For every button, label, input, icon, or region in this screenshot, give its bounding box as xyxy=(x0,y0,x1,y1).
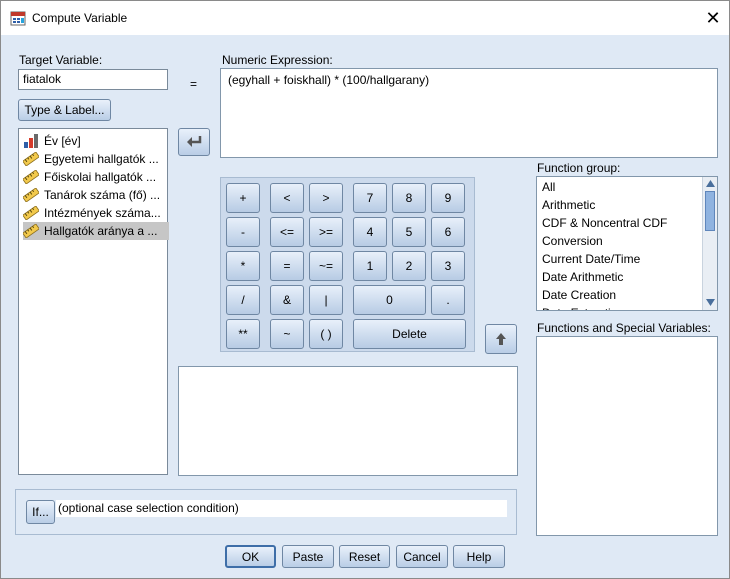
key-2[interactable]: 2 xyxy=(392,251,426,281)
key-minus[interactable]: - xyxy=(226,217,260,247)
numeric-expression-text: (egyhall + foiskhall) * (100/hallgarany) xyxy=(228,73,430,87)
function-group-list[interactable]: All Arithmetic CDF & Noncentral CDF Convers… xyxy=(536,176,718,311)
window-title: Compute Variable xyxy=(32,11,128,25)
key-not-equal[interactable]: ~= xyxy=(309,251,343,281)
scroll-down-icon[interactable] xyxy=(706,299,715,306)
key-decimal[interactable]: . xyxy=(431,285,465,315)
functions-special-variables-list[interactable] xyxy=(536,336,718,536)
move-function-up-button[interactable] xyxy=(485,324,517,354)
case-selection-condition-text: (optional case selection condition) xyxy=(56,500,507,517)
function-group-item[interactable]: Date Arithmetic xyxy=(542,270,623,284)
target-variable-label: Target Variable: xyxy=(19,53,103,67)
function-group-item[interactable]: Date Creation xyxy=(542,288,616,302)
key-4[interactable]: 4 xyxy=(353,217,387,247)
variable-list-item[interactable]: Tanárok száma (fő) ... xyxy=(23,186,169,204)
variable-label: Intézmények száma... xyxy=(44,206,161,220)
calculator-keypad: + < > 7 8 9 - <= >= 4 5 6 * = ~= 1 2 3 /… xyxy=(220,177,475,352)
paste-button[interactable]: Paste xyxy=(282,545,334,568)
functions-special-variables-label: Functions and Special Variables: xyxy=(537,321,711,335)
variable-label: Tanárok száma (fő) ... xyxy=(44,188,161,202)
scroll-up-icon[interactable] xyxy=(706,180,715,187)
variable-list-item[interactable]: Hallgatók aránya a ... xyxy=(23,222,169,240)
key-9[interactable]: 9 xyxy=(431,183,465,213)
key-divide[interactable]: / xyxy=(226,285,260,315)
key-3[interactable]: 3 xyxy=(431,251,465,281)
key-delete[interactable]: Delete xyxy=(353,319,466,349)
scale-icon xyxy=(23,224,44,238)
variable-list-item[interactable]: Főiskolai hallgatók ... xyxy=(23,168,169,186)
key-and[interactable]: & xyxy=(270,285,304,315)
cancel-button[interactable]: Cancel xyxy=(396,545,448,568)
function-group-item[interactable]: Arithmetic xyxy=(542,198,595,212)
variable-list-item[interactable]: Év [év] xyxy=(23,132,169,150)
key-greater-equal[interactable]: >= xyxy=(309,217,343,247)
key-less-equal[interactable]: <= xyxy=(270,217,304,247)
target-variable-input[interactable]: fiatalok xyxy=(18,69,168,90)
arrow-up-icon xyxy=(496,333,506,345)
scale-icon xyxy=(23,170,44,184)
title-bar: Compute Variable ✕ xyxy=(1,1,729,35)
key-or[interactable]: | xyxy=(309,285,343,315)
variable-list[interactable]: Év [év] Egyetemi hallgatók ... Főiskolai h… xyxy=(18,128,169,475)
numeric-expression-label: Numeric Expression: xyxy=(222,53,333,67)
variable-label: Hallgatók aránya a ... xyxy=(44,224,158,238)
key-5[interactable]: 5 xyxy=(392,217,426,247)
key-8[interactable]: 8 xyxy=(392,183,426,213)
function-group-item[interactable]: CDF & Noncentral CDF xyxy=(542,216,667,230)
key-multiply[interactable]: * xyxy=(226,251,260,281)
type-label-button[interactable]: Type & Label... xyxy=(18,99,111,121)
key-power[interactable]: ** xyxy=(226,319,260,349)
numeric-expression-textarea[interactable]: (egyhall + foiskhall) * (100/hallgarany) xyxy=(220,68,718,158)
move-to-expression-button[interactable] xyxy=(178,128,210,156)
arrow-left-icon xyxy=(187,136,202,147)
compute-variable-dialog: Compute Variable ✕ Target Variable: fiat… xyxy=(0,0,730,579)
function-group-item[interactable]: Conversion xyxy=(542,234,603,248)
equals-sign: = xyxy=(190,77,198,91)
key-1[interactable]: 1 xyxy=(353,251,387,281)
case-selection-group: If... (optional case selection condition… xyxy=(15,489,517,535)
key-less-than[interactable]: < xyxy=(270,183,304,213)
scale-icon xyxy=(23,206,44,220)
scroll-thumb[interactable] xyxy=(705,191,715,231)
function-group-item[interactable]: All xyxy=(542,180,555,194)
key-6[interactable]: 6 xyxy=(431,217,465,247)
ok-button[interactable]: OK xyxy=(225,545,276,568)
variable-label: Főiskolai hallgatók ... xyxy=(44,170,157,184)
help-button[interactable]: Help xyxy=(453,545,505,568)
scale-icon xyxy=(23,188,44,202)
key-plus[interactable]: + xyxy=(226,183,260,213)
variable-label: Év [év] xyxy=(44,134,81,148)
variable-label: Egyetemi hallgatók ... xyxy=(44,152,159,166)
scale-icon xyxy=(23,152,44,166)
key-0[interactable]: 0 xyxy=(353,285,426,315)
variable-list-item[interactable]: Egyetemi hallgatók ... xyxy=(23,150,169,168)
function-description-box xyxy=(178,366,518,476)
function-group-label: Function group: xyxy=(537,161,621,175)
function-group-item[interactable]: Date Extraction xyxy=(542,306,624,310)
if-button[interactable]: If... xyxy=(26,500,55,524)
close-icon[interactable]: ✕ xyxy=(701,6,725,30)
key-parentheses[interactable]: ( ) xyxy=(309,319,343,349)
key-greater-than[interactable]: > xyxy=(309,183,343,213)
ordinal-icon xyxy=(23,134,44,148)
function-group-item[interactable]: Current Date/Time xyxy=(542,252,640,266)
function-group-scrollbar[interactable] xyxy=(702,177,717,310)
variable-list-item[interactable]: Intézmények száma... xyxy=(23,204,169,222)
key-equals[interactable]: = xyxy=(270,251,304,281)
reset-button[interactable]: Reset xyxy=(339,545,390,568)
spss-app-icon xyxy=(10,11,26,26)
key-7[interactable]: 7 xyxy=(353,183,387,213)
key-not[interactable]: ~ xyxy=(270,319,304,349)
